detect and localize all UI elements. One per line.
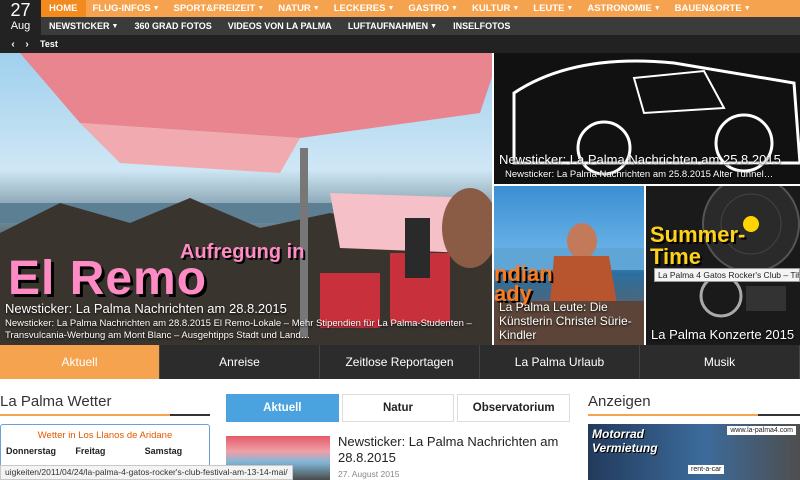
nav-label: BAUEN&ORTE xyxy=(674,3,742,14)
nav-label: GASTRO xyxy=(408,3,450,14)
ticker-next-button[interactable]: › xyxy=(20,39,34,50)
ad-url: www.la-palma4.com xyxy=(727,426,796,435)
weather-heading: La Palma Wetter xyxy=(0,393,112,410)
chevron-down-icon: ▼ xyxy=(566,5,574,12)
post-date: 27. August 2015 xyxy=(338,469,400,479)
nav-label: SPORT&FREIZEIT xyxy=(173,3,256,14)
nav-flug-infos[interactable]: FLUG-INFOS ▼ xyxy=(86,0,167,17)
subnav-360-grad-fotos[interactable]: 360 GRAD FOTOS xyxy=(126,21,219,31)
weather-title: Wetter in Los Llanos de Aridane xyxy=(37,430,173,441)
weather-day: Samstag xyxy=(144,446,183,456)
hero-main-tile[interactable]: Aufregung in El Remo Newsticker: La Palm… xyxy=(0,53,492,345)
hero-leute-tile[interactable]: ndian ady La Palma Leute: Die Künstlerin… xyxy=(494,186,644,345)
ad-banner[interactable]: Motorrad Vermietung www.la-palma4.com re… xyxy=(588,424,800,480)
hero-konzerte-tile[interactable]: Summer-Time La Palma Konzerte 2015 xyxy=(646,186,800,345)
weather-day: Donnerstag xyxy=(6,446,57,456)
chevron-down-icon: ▼ xyxy=(257,5,265,12)
ad-text-line: Motorrad xyxy=(592,427,644,441)
nav-leute[interactable]: LEUTE ▼ xyxy=(526,0,580,17)
chevron-down-icon: ▼ xyxy=(653,5,661,12)
sub-navigation: NEWSTICKER ▼ 360 GRAD FOTOS VIDEOS VON LA… xyxy=(41,17,800,35)
chevron-down-icon: ▼ xyxy=(430,23,438,30)
nav-home-label: HOME xyxy=(49,3,78,14)
date-day: 27 xyxy=(10,0,31,20)
date-month: Aug xyxy=(10,20,31,32)
hero-konzerte-title[interactable]: La Palma Konzerte 2015 xyxy=(651,327,795,342)
subnav-label: 360 GRAD FOTOS xyxy=(134,21,212,31)
hero-main-title[interactable]: Newsticker: La Palma Nachrichten am 28.8… xyxy=(5,301,487,316)
subnav-videos[interactable]: VIDEOS VON LA PALMA xyxy=(220,21,340,31)
ads-underline xyxy=(588,414,758,416)
ticker-text[interactable]: Test xyxy=(40,39,58,49)
browser-status-url: uigkeiten/2011/04/24/la-palma-4-gatos-ro… xyxy=(0,465,293,480)
nav-label: NATUR xyxy=(278,3,311,14)
nav-kultur[interactable]: KULTUR ▼ xyxy=(465,0,526,17)
subnav-newsticker[interactable]: NEWSTICKER ▼ xyxy=(41,21,126,31)
nav-label: LECKERES xyxy=(333,3,386,14)
hero-news-title[interactable]: Newsticker: La Palma Nachrichten am 25.8… xyxy=(499,152,795,167)
hero-news-tile[interactable]: Newsticker: La Palma Nachrichten am 25.8… xyxy=(494,53,800,184)
hero-konzerte-caption: La Palma Konzerte 2015 xyxy=(646,324,800,345)
ad-sign: rent-a-car xyxy=(688,465,725,474)
nav-astronomie[interactable]: ASTRONOMIE ▼ xyxy=(580,0,667,17)
tab-zeitlose-reportagen[interactable]: Zeitlose Reportagen xyxy=(320,345,480,379)
weather-day: Freitag xyxy=(75,446,106,456)
nav-natur[interactable]: NATUR ▼ xyxy=(271,0,326,17)
hero-leute-title[interactable]: La Palma Leute: Die Künstlerin Christel … xyxy=(499,300,639,342)
nav-label: FLUG-INFOS xyxy=(92,3,151,14)
hero-main-excerpt: Newsticker: La Palma Nachrichten am 28.8… xyxy=(5,318,472,341)
hero-news-caption: Newsticker: La Palma Nachrichten am 25.8… xyxy=(494,149,800,184)
chevron-down-icon: ▼ xyxy=(512,5,520,12)
tab-la-palma-urlaub[interactable]: La Palma Urlaub xyxy=(480,345,640,379)
ads-underline-dark xyxy=(758,414,800,416)
tab-aktuell[interactable]: Aktuell xyxy=(0,345,160,379)
date-box: 27 Aug xyxy=(0,0,41,35)
ads-heading: Anzeigen xyxy=(588,393,651,410)
chevron-down-icon: ▼ xyxy=(743,5,751,12)
nav-leckeres[interactable]: LECKERES ▼ xyxy=(327,0,402,17)
main-navigation: HOME FLUG-INFOS ▼ SPORT&FREIZEIT ▼ NATUR ▼ … xyxy=(41,0,800,17)
chevron-down-icon: ▼ xyxy=(387,5,395,12)
nav-label: KULTUR xyxy=(471,3,511,14)
tab-anreise[interactable]: Anreise xyxy=(160,345,320,379)
chevron-down-icon: ▼ xyxy=(152,5,160,12)
subnav-label: INSELFOTOS xyxy=(453,21,511,31)
ad-text: Motorrad Vermietung xyxy=(592,427,658,455)
category-tabs: Aktuell Anreise Zeitlose Reportagen La P… xyxy=(0,345,800,379)
hero-leute-caption: La Palma Leute: Die Künstlerin Christel … xyxy=(494,297,644,345)
subnav-luftaufnahmen[interactable]: LUFTAUFNAHMEN ▼ xyxy=(340,21,445,31)
content-tabs: Aktuell Natur Observatorium xyxy=(226,394,571,422)
subnav-label: VIDEOS VON LA PALMA xyxy=(227,21,332,31)
content-tab-aktuell[interactable]: Aktuell xyxy=(226,394,339,422)
weather-days: Donnerstag Freitag Samstag xyxy=(1,446,209,456)
nav-label: ASTRONOMIE xyxy=(587,3,652,14)
hero-news-excerpt: Newsticker: La Palma Nachrichten am 25.8… xyxy=(505,169,774,180)
hero-main-caption: Newsticker: La Palma Nachrichten am 28.8… xyxy=(0,298,492,345)
chevron-down-icon: ▼ xyxy=(451,5,458,12)
ad-text-line: Vermietung xyxy=(592,441,658,455)
chevron-down-icon: ▼ xyxy=(111,23,119,30)
weather-underline-dark xyxy=(170,414,210,416)
subnav-inselfotos[interactable]: INSELFOTOS xyxy=(445,21,518,31)
chevron-down-icon: ▼ xyxy=(312,5,320,12)
subnav-label: LUFTAUFNAHMEN xyxy=(347,21,429,31)
nav-bauen-orte[interactable]: BAUEN&ORTE ▼ xyxy=(668,0,758,17)
hover-tooltip: La Palma 4 Gatos Rocker's Club – Tihuya xyxy=(654,268,800,282)
news-ticker: ‹ › Test xyxy=(0,35,800,53)
hero-konzerte-overlay: Summer-Time xyxy=(650,222,746,269)
nav-sport-freizeit[interactable]: SPORT&FREIZEIT ▼ xyxy=(167,0,272,17)
nav-home[interactable]: HOME xyxy=(41,0,86,17)
weather-underline xyxy=(0,414,170,416)
content-tab-observatorium[interactable]: Observatorium xyxy=(457,394,571,422)
post-title[interactable]: Newsticker: La Palma Nachrichten am 28.8… xyxy=(338,434,568,466)
content-tab-natur[interactable]: Natur xyxy=(341,394,455,422)
nav-label: LEUTE xyxy=(533,3,565,14)
tab-musik[interactable]: Musik xyxy=(640,345,800,379)
subnav-label: NEWSTICKER xyxy=(49,21,110,31)
nav-gastro[interactable]: GASTRO ▼ xyxy=(401,0,465,17)
ticker-prev-button[interactable]: ‹ xyxy=(6,39,20,50)
